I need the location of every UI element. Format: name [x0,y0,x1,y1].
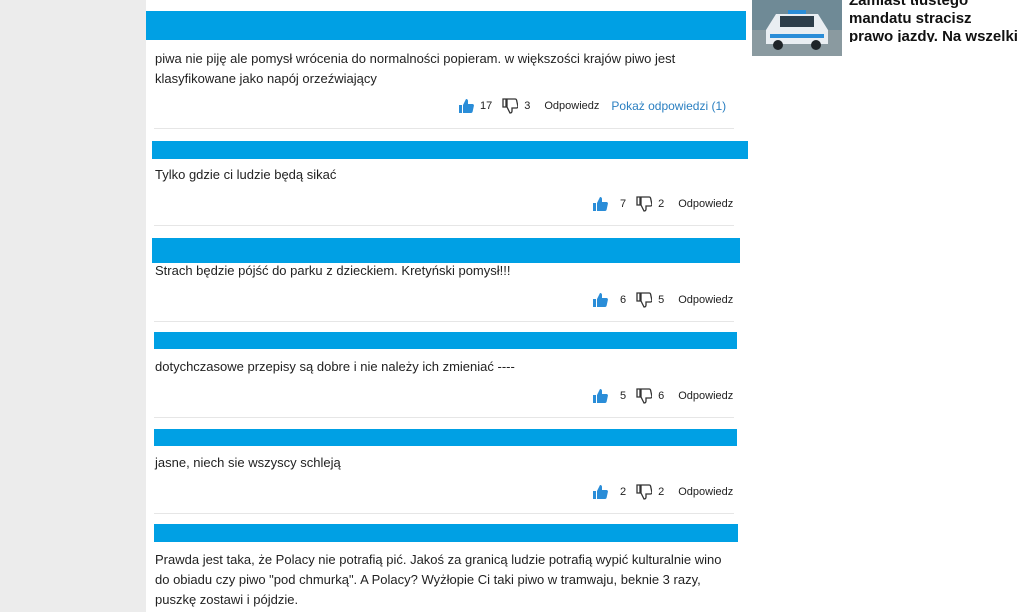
like-button[interactable]: 5 [592,388,626,404]
comment-actions: 5 6 Odpowiedz [592,387,733,405]
like-count: 5 [620,390,627,402]
comment-header-bar [154,429,737,446]
dislike-button[interactable]: 2 [636,484,664,500]
comment-text: Prawda jest taka, że Polacy nie potrafią… [155,552,722,607]
comment-actions: 7 2 Odpowiedz [592,195,733,213]
thumbs-down-icon [636,292,653,308]
dislike-button[interactable]: 3 [502,98,530,114]
comment: dotychczasowe przepisy są dobre i nie na… [154,332,754,422]
like-button[interactable]: 2 [592,484,626,500]
comment-text: piwa nie piję ale pomysł wrócenia do nor… [155,51,676,86]
like-button[interactable]: 6 [592,292,626,308]
comment-text: dotychczasowe przepisy są dobre i nie na… [155,359,515,374]
comment-header-bar [152,141,748,159]
comment-actions: 17 3 Odpowiedz Pokaż odpowiedzi (1) [458,97,726,115]
thumbs-up-icon [593,485,608,499]
reply-link[interactable]: Odpowiedz [678,198,733,210]
reply-link[interactable]: Odpowiedz [678,486,733,498]
comment-actions: 6 5 Odpowiedz [592,291,733,309]
comment-header-bar [154,524,738,542]
like-button[interactable]: 17 [458,98,492,114]
dislike-button[interactable]: 5 [636,292,664,308]
like-count: 17 [480,100,493,112]
thumbs-up-icon [593,197,608,211]
dislike-count: 2 [658,486,665,498]
comment: Tylko gdzie ci ludzie będą sikać 7 2 Odp… [152,141,752,231]
comment-text: Tylko gdzie ci ludzie będą sikać [155,167,337,182]
comment-divider [154,417,734,418]
police-car-icon [752,0,842,56]
reply-link[interactable]: Odpowiedz [678,390,733,402]
article-thumbnail[interactable] [752,0,842,56]
comment-divider [154,513,734,514]
comment-header-bar [146,11,746,40]
like-count: 6 [620,294,627,306]
thumbs-up-icon [459,99,474,113]
dislike-count: 6 [658,390,665,402]
like-count: 2 [620,486,627,498]
dislike-count: 5 [658,294,665,306]
thumbs-up-icon [593,389,608,403]
thumbs-down-icon [636,484,653,500]
comment: jasne, niech sie wszyscy schleją 2 2 Odp… [154,429,754,519]
comment: Strach będzie pójść do parku z dzieckiem… [152,238,752,328]
dislike-button[interactable]: 2 [636,196,664,212]
comment-divider [154,128,734,129]
comment-actions: 2 2 Odpowiedz [592,483,733,501]
dislike-button[interactable]: 6 [636,388,664,404]
comments-list: piwa nie piję ale pomysł wrócenia do nor… [146,0,750,612]
reply-link[interactable]: Odpowiedz [678,294,733,306]
comment-divider [154,321,734,322]
comment-text: Strach będzie pójść do parku z dzieckiem… [155,263,511,278]
article-title-link[interactable]: Zamiast tłustego mandatu stracisz prawo … [849,0,1019,42]
reply-link[interactable]: Odpowiedz [544,100,599,112]
comment-text: jasne, niech sie wszyscy schleją [155,455,341,470]
left-gutter [0,0,146,612]
comment: Prawda jest taka, że Polacy nie potrafią… [154,524,754,612]
comment: piwa nie piję ale pomysł wrócenia do nor… [146,11,750,133]
thumbs-down-icon [636,196,653,212]
dislike-count: 2 [658,198,665,210]
comment-header-bar [154,332,737,349]
comment-divider [154,225,734,226]
like-button[interactable]: 7 [592,196,626,212]
like-count: 7 [620,198,627,210]
thumbs-down-icon [502,98,519,114]
show-replies-link[interactable]: Pokaż odpowiedzi (1) [611,99,726,113]
thumbs-down-icon [636,388,653,404]
dislike-count: 3 [524,100,531,112]
thumbs-up-icon [593,293,608,307]
comment-header-bar [152,238,740,263]
